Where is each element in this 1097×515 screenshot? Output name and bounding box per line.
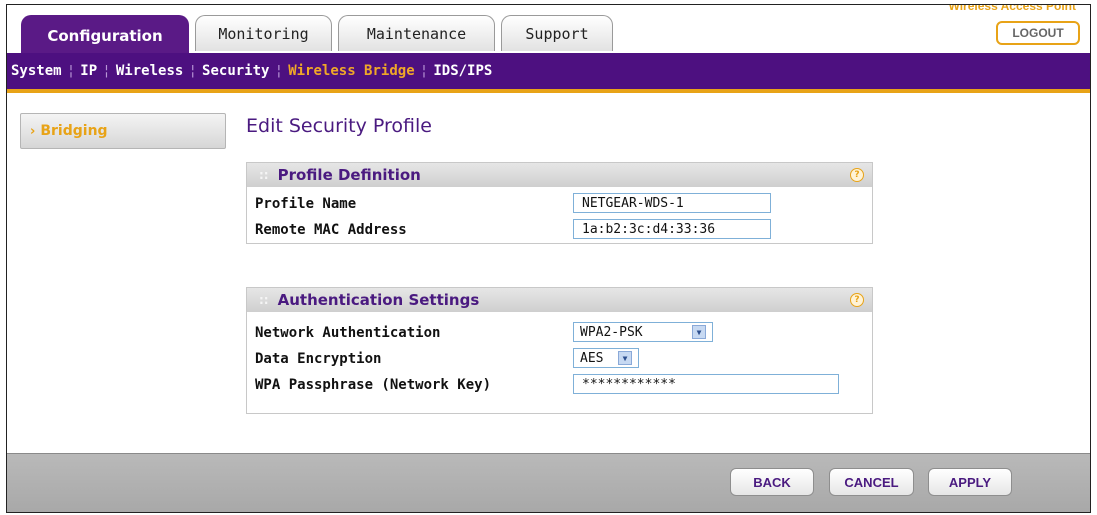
wpa-passphrase-label: WPA Passphrase (Network Key) bbox=[255, 377, 492, 393]
logout-button[interactable]: LOGOUT bbox=[996, 21, 1080, 45]
form-row: Data Encryption AES ▼ bbox=[247, 346, 872, 372]
grip-icon: :: bbox=[259, 168, 269, 182]
data-encryption-label: Data Encryption bbox=[255, 351, 382, 367]
form-row: Remote MAC Address 1a:b2:3c:d4:33:36 bbox=[247, 217, 872, 243]
subnav-item-ip[interactable]: IP bbox=[80, 63, 97, 79]
network-auth-select[interactable]: WPA2-PSK ▼ bbox=[573, 322, 713, 342]
form-row: WPA Passphrase (Network Key) ***********… bbox=[247, 372, 872, 398]
subnav-item-ids-ips[interactable]: IDS/IPS bbox=[433, 63, 492, 79]
section-title: Authentication Settings bbox=[277, 291, 480, 309]
select-value: AES bbox=[580, 350, 604, 366]
back-button[interactable]: BACK bbox=[730, 468, 814, 496]
sub-navigation: System ¦ IP ¦ Wireless ¦ Security ¦ Wire… bbox=[7, 53, 1090, 93]
apply-button[interactable]: APPLY bbox=[928, 468, 1012, 496]
main-tab-bar: Configuration Monitoring Maintenance Sup… bbox=[7, 4, 1090, 55]
select-value: WPA2-PSK bbox=[580, 324, 643, 340]
subnav-item-system[interactable]: System bbox=[11, 63, 62, 79]
router-admin-window: Configuration Monitoring Maintenance Sup… bbox=[6, 4, 1091, 513]
subnav-item-wireless[interactable]: Wireless bbox=[116, 63, 183, 79]
chevron-down-icon: ▼ bbox=[618, 351, 632, 365]
remote-mac-input[interactable]: 1a:b2:3c:d4:33:36 bbox=[573, 219, 771, 239]
grip-icon: :: bbox=[259, 293, 269, 307]
profile-definition-section: :: Profile Definition ? Profile Name NET… bbox=[246, 162, 873, 244]
product-name-link: Wireless Access Point bbox=[948, 4, 1076, 13]
subnav-separator: ¦ bbox=[190, 63, 196, 79]
sidebar-item-bridging[interactable]: › Bridging bbox=[20, 113, 226, 149]
subnav-separator: ¦ bbox=[104, 63, 109, 79]
page-title: Edit Security Profile bbox=[246, 115, 432, 137]
profile-name-input[interactable]: NETGEAR-WDS-1 bbox=[573, 193, 771, 213]
tab-support[interactable]: Support bbox=[501, 15, 613, 51]
help-icon[interactable]: ? bbox=[850, 293, 864, 307]
chevron-down-icon: ▼ bbox=[692, 325, 706, 339]
profile-name-label: Profile Name bbox=[255, 196, 357, 212]
section-header: :: Profile Definition ? bbox=[247, 163, 872, 187]
chevron-right-icon: › bbox=[30, 123, 36, 139]
data-encryption-select[interactable]: AES ▼ bbox=[573, 348, 639, 368]
tab-configuration[interactable]: Configuration bbox=[21, 15, 189, 55]
form-row: Network Authentication WPA2-PSK ▼ bbox=[247, 320, 872, 346]
tab-monitoring[interactable]: Monitoring bbox=[195, 15, 332, 51]
section-header: :: Authentication Settings ? bbox=[247, 288, 872, 312]
footer-action-bar: BACK CANCEL APPLY bbox=[7, 453, 1090, 512]
section-title: Profile Definition bbox=[277, 166, 421, 184]
subnav-separator: ¦ bbox=[276, 63, 282, 79]
help-icon[interactable]: ? bbox=[850, 168, 864, 182]
remote-mac-label: Remote MAC Address bbox=[255, 222, 407, 238]
subnav-item-security[interactable]: Security bbox=[202, 63, 269, 79]
subnav-item-wireless-bridge[interactable]: Wireless Bridge bbox=[288, 63, 414, 79]
tab-maintenance[interactable]: Maintenance bbox=[338, 15, 495, 51]
wpa-passphrase-input[interactable]: ************ bbox=[573, 374, 839, 394]
content-area: › Bridging Edit Security Profile :: Prof… bbox=[7, 97, 1090, 453]
subnav-separator: ¦ bbox=[421, 63, 427, 79]
subnav-separator: ¦ bbox=[68, 63, 74, 79]
authentication-settings-section: :: Authentication Settings ? Network Aut… bbox=[246, 287, 873, 414]
cancel-button[interactable]: CANCEL bbox=[829, 468, 914, 496]
network-auth-label: Network Authentication bbox=[255, 325, 441, 341]
sidebar-item-label: Bridging bbox=[40, 123, 108, 139]
form-row: Profile Name NETGEAR-WDS-1 bbox=[247, 191, 872, 217]
